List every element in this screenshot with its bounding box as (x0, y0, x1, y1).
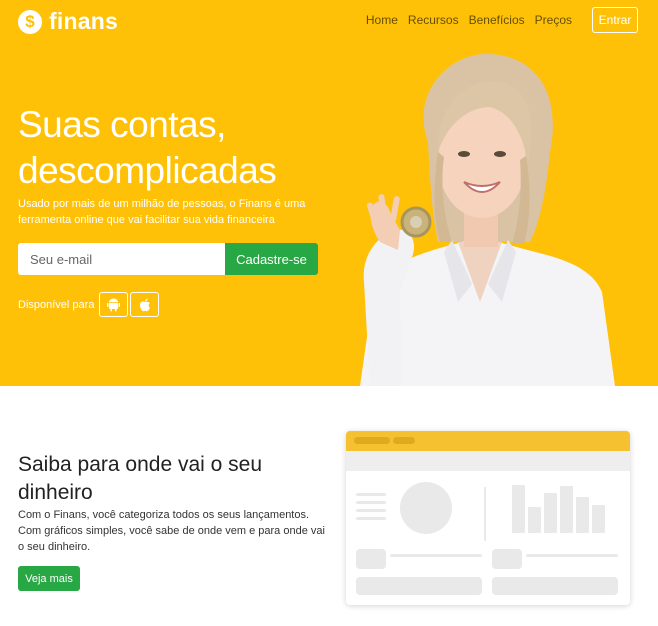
signup-button[interactable]: Cadastre-se (225, 243, 318, 275)
mockup-card-line (526, 554, 618, 557)
mockup-bar (592, 505, 605, 533)
mockup-legend-line (356, 493, 386, 496)
mockup-bar (560, 486, 573, 533)
feature-description: Com o Finans, você categoriza todos os s… (18, 509, 325, 553)
mockup-header-pill (354, 437, 390, 444)
mockup-card-block (356, 577, 482, 595)
woman-holding-coin-photo (360, 53, 615, 386)
hero-subtitle: Usado por mais de um milhão de pessoas, … (18, 198, 306, 226)
apple-icon (139, 298, 150, 311)
feature-title: Saiba para onde vai o seu dinheiro (18, 453, 263, 504)
mockup-subheader-bar (346, 451, 630, 471)
apple-button[interactable] (130, 292, 160, 317)
signup-form: Cadastre-se (18, 243, 318, 275)
android-button[interactable] (99, 292, 129, 317)
mockup-legend-line (356, 501, 386, 504)
mockup-card-block (492, 577, 618, 595)
nav-link-home[interactable]: Home (366, 13, 398, 27)
mockup-legend-line (356, 517, 386, 520)
mockup-divider (484, 487, 486, 541)
mockup-bar (512, 485, 525, 533)
see-more-button[interactable]: Veja mais (18, 566, 80, 591)
brand-name: finans (49, 8, 118, 34)
mockup-card-line (390, 554, 482, 557)
email-input[interactable] (18, 243, 225, 275)
hero-title: Suas contas, descomplicadas (18, 104, 277, 191)
nav-link-beneficios[interactable]: Benefícios (469, 13, 525, 27)
mockup-legend-line (356, 509, 386, 512)
available-label: Disponível para (18, 298, 95, 311)
mockup-bar (528, 507, 541, 533)
nav-link-recursos[interactable]: Recursos (408, 13, 459, 27)
nav-link-precos[interactable]: Preços (535, 13, 572, 27)
mockup-card-icon (492, 549, 522, 569)
coin-logo-icon: $ (18, 9, 42, 34)
mockup-card-icon (356, 549, 386, 569)
platform-availability: Disponível para (18, 292, 161, 317)
mockup-bar (544, 493, 557, 533)
login-button[interactable]: Entrar (592, 7, 638, 33)
dashboard-mockup-illustration (346, 431, 630, 605)
logo[interactable]: $ finans (18, 8, 118, 35)
android-icon (107, 298, 121, 311)
mockup-bar (576, 497, 589, 533)
mockup-header-pill (393, 437, 415, 444)
mockup-pie-chart (400, 482, 452, 534)
main-nav: Home Recursos Benefícios Preços (366, 13, 572, 27)
hero-section: $ finans Home Recursos Benefícios Preços… (0, 0, 658, 386)
